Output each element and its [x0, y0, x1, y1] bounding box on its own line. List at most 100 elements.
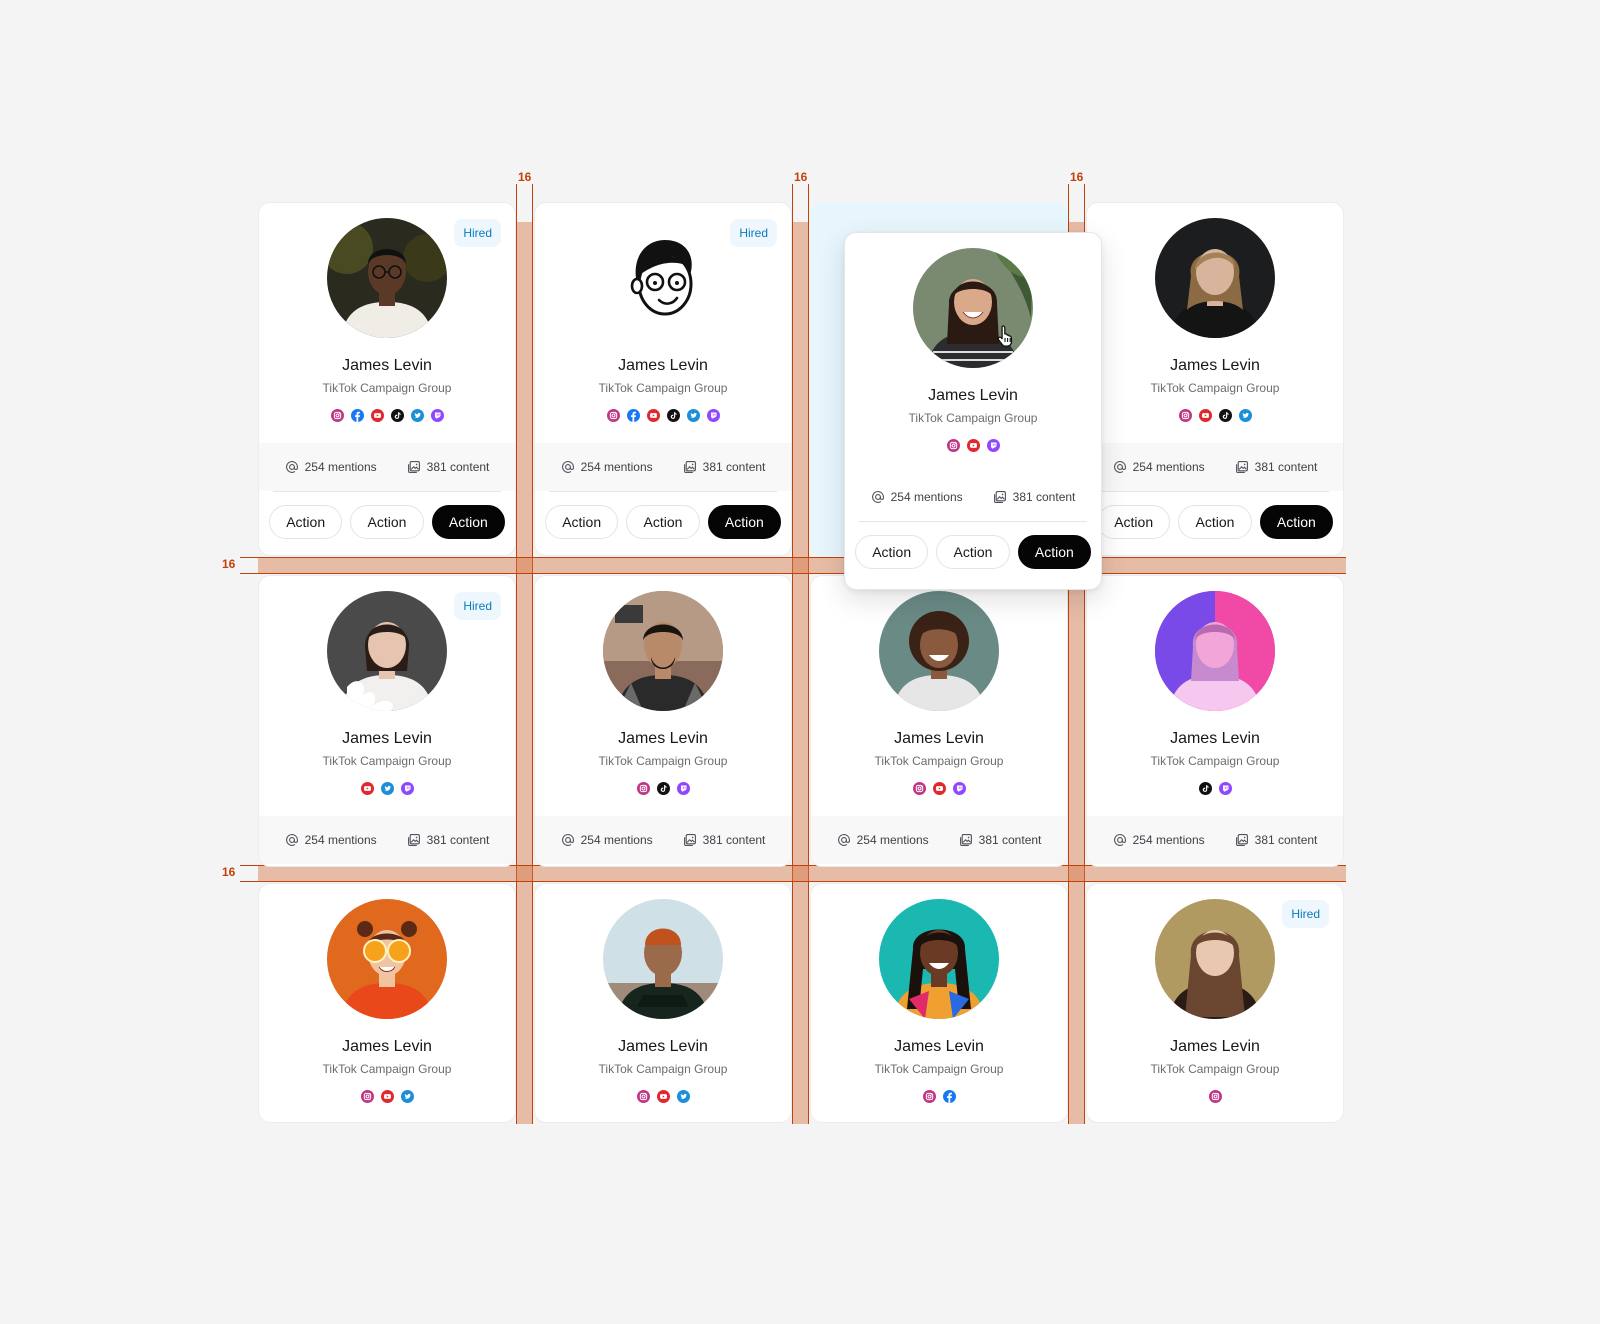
- instagram-icon[interactable]: [912, 782, 926, 795]
- action-button[interactable]: Action: [350, 505, 424, 539]
- instagram-icon[interactable]: [1208, 1090, 1222, 1103]
- horizontal-gap-label: 16: [222, 557, 236, 571]
- action-button[interactable]: Action: [855, 535, 929, 569]
- avatar[interactable]: [1155, 899, 1275, 1019]
- primary-action-button[interactable]: Action: [707, 505, 781, 539]
- instagram-icon[interactable]: [360, 1090, 374, 1103]
- youtube-icon[interactable]: [932, 782, 946, 795]
- youtube-icon[interactable]: [1198, 409, 1212, 422]
- influencer-card[interactable]: James Levin TikTok Campaign Group: [810, 883, 1068, 1123]
- avatar[interactable]: [1155, 591, 1275, 711]
- twitch-icon[interactable]: [706, 409, 720, 422]
- social-icons: [1087, 1090, 1343, 1103]
- youtube-icon[interactable]: [370, 409, 384, 422]
- primary-action-button[interactable]: Action: [1017, 535, 1091, 569]
- tiktok-icon[interactable]: [666, 409, 680, 422]
- tiktok-icon[interactable]: [390, 409, 404, 422]
- instagram-icon[interactable]: [636, 1090, 650, 1103]
- youtube-icon[interactable]: [966, 439, 980, 452]
- avatar[interactable]: [327, 899, 447, 1019]
- influencer-card[interactable]: Hired James Levin TikTok Campaign Group: [1086, 883, 1344, 1123]
- hired-badge: Hired: [454, 219, 501, 247]
- twitch-icon[interactable]: [676, 782, 690, 795]
- influencer-card[interactable]: Hired James Levin TikTok Campaign Group 2…: [258, 575, 516, 867]
- tiktok-icon[interactable]: [1218, 409, 1232, 422]
- avatar[interactable]: [879, 899, 999, 1019]
- mentions-count: 254 mentions: [1132, 460, 1205, 474]
- creator-name: James Levin: [1170, 1038, 1260, 1055]
- avatar[interactable]: [879, 591, 999, 711]
- influencer-card[interactable]: Hired James Levin TikTok Campaign Group 2…: [258, 202, 516, 556]
- youtube-icon[interactable]: [360, 782, 374, 795]
- twitter-icon[interactable]: [676, 1090, 690, 1103]
- creator-name: James Levin: [342, 1038, 432, 1055]
- instagram-icon[interactable]: [922, 1090, 936, 1103]
- facebook-icon[interactable]: [626, 409, 640, 422]
- instagram-icon[interactable]: [1178, 409, 1192, 422]
- avatar[interactable]: [327, 218, 447, 338]
- hired-badge: Hired: [1282, 900, 1329, 928]
- avatar[interactable]: [327, 591, 447, 711]
- facebook-icon[interactable]: [942, 1090, 956, 1103]
- avatar[interactable]: [603, 591, 723, 711]
- mentions-count: 254 mentions: [304, 460, 377, 474]
- social-icons: [259, 409, 515, 422]
- influencer-card[interactable]: Hired James Levin TikTok Campaign Group 2…: [534, 202, 792, 556]
- instagram-icon[interactable]: [946, 439, 960, 452]
- content-count: 381 content: [702, 833, 766, 847]
- twitter-icon[interactable]: [686, 409, 700, 422]
- youtube-icon[interactable]: [646, 409, 660, 422]
- influencer-card[interactable]: James Levin TikTok Campaign Group: [258, 883, 516, 1123]
- mentions-count: 254 mentions: [580, 460, 653, 474]
- social-icons: [1087, 782, 1343, 795]
- content-count: 381 content: [1012, 490, 1076, 504]
- facebook-icon[interactable]: [350, 409, 364, 422]
- action-button[interactable]: Action: [1097, 505, 1171, 539]
- action-button[interactable]: Action: [626, 505, 700, 539]
- twitter-icon[interactable]: [400, 1090, 414, 1103]
- influencer-card[interactable]: James Levin TikTok Campaign Group 254 men…: [1086, 202, 1344, 556]
- content-stat: 381 content: [683, 460, 766, 474]
- avatar[interactable]: [913, 248, 1033, 368]
- influencer-card-hovered[interactable]: James Levin TikTok Campaign Group 254 men…: [844, 232, 1102, 590]
- action-button[interactable]: Action: [1178, 505, 1252, 539]
- content-stat: 381 content: [959, 833, 1041, 847]
- twitch-icon[interactable]: [1218, 782, 1232, 795]
- content-count: 381 content: [426, 833, 490, 847]
- twitch-icon[interactable]: [952, 782, 966, 795]
- youtube-icon[interactable]: [656, 1090, 670, 1103]
- twitch-icon[interactable]: [430, 409, 444, 422]
- vertical-gap-label: 16: [1070, 170, 1084, 184]
- action-button[interactable]: Action: [936, 535, 1010, 569]
- youtube-icon[interactable]: [380, 1090, 394, 1103]
- instagram-icon[interactable]: [330, 409, 344, 422]
- card-actions: Action Action Action: [1097, 505, 1333, 539]
- instagram-icon[interactable]: [606, 409, 620, 422]
- content-count: 381 content: [702, 460, 766, 474]
- twitter-icon[interactable]: [1238, 409, 1252, 422]
- at-icon: [561, 460, 575, 474]
- instagram-icon[interactable]: [636, 782, 650, 795]
- primary-action-button[interactable]: Action: [431, 505, 505, 539]
- primary-action-button[interactable]: Action: [1259, 505, 1333, 539]
- action-button[interactable]: Action: [269, 505, 343, 539]
- avatar[interactable]: [1155, 218, 1275, 338]
- avatar[interactable]: [603, 899, 723, 1019]
- tiktok-icon[interactable]: [656, 782, 670, 795]
- influencer-card[interactable]: James Levin TikTok Campaign Group 254 men…: [1086, 575, 1344, 867]
- twitter-icon[interactable]: [380, 782, 394, 795]
- creator-name: James Levin: [928, 387, 1018, 404]
- tiktok-icon[interactable]: [1198, 782, 1212, 795]
- campaign-group: TikTok Campaign Group: [598, 754, 728, 768]
- influencer-card[interactable]: James Levin TikTok Campaign Group 254 men…: [810, 575, 1068, 867]
- campaign-group: TikTok Campaign Group: [874, 754, 1004, 768]
- action-button[interactable]: Action: [545, 505, 619, 539]
- social-icons: [811, 782, 1067, 795]
- avatar[interactable]: [603, 218, 723, 338]
- influencer-card[interactable]: James Levin TikTok Campaign Group 254 men…: [534, 575, 792, 867]
- campaign-group: TikTok Campaign Group: [322, 754, 452, 768]
- twitch-icon[interactable]: [986, 439, 1000, 452]
- influencer-card[interactable]: James Levin TikTok Campaign Group: [534, 883, 792, 1123]
- twitch-icon[interactable]: [400, 782, 414, 795]
- twitter-icon[interactable]: [410, 409, 424, 422]
